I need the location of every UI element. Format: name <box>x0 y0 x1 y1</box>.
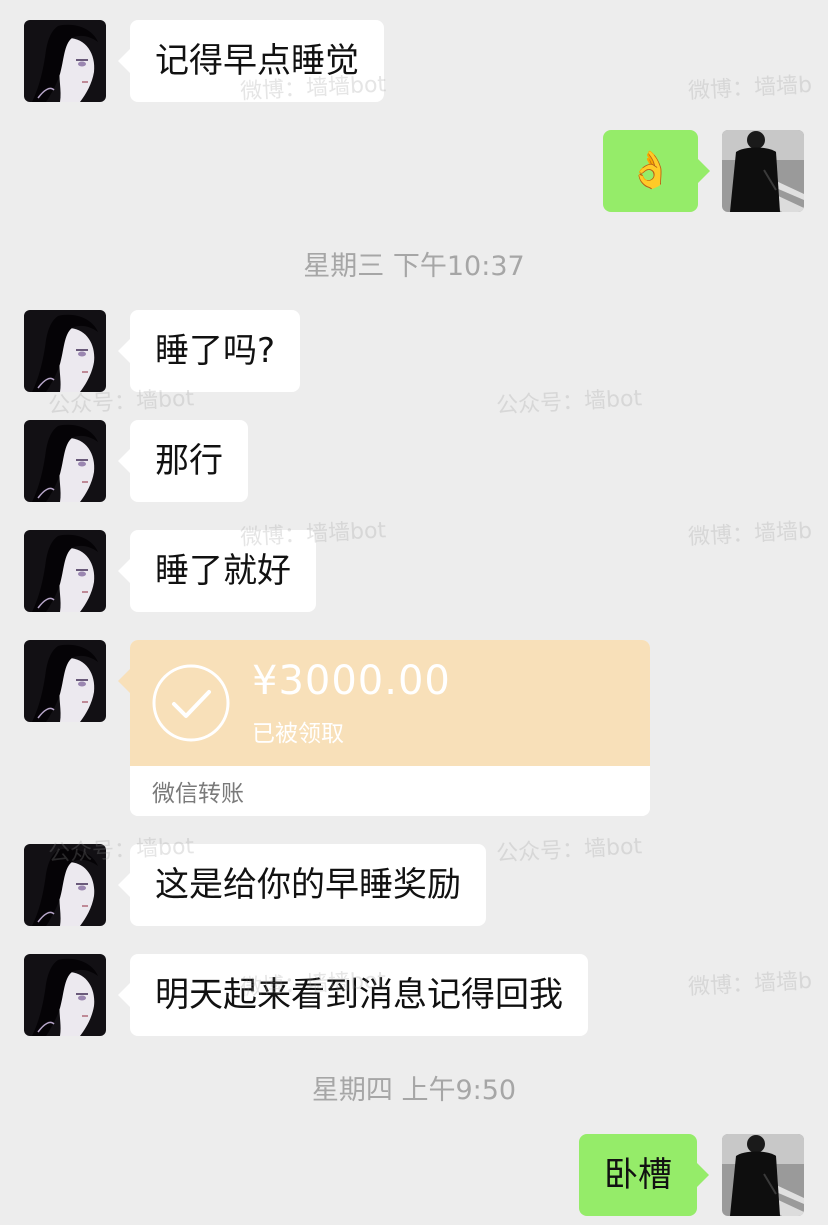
ok-hand-emoji: 👌 <box>628 150 673 191</box>
transfer-label: 微信转账 <box>152 781 244 807</box>
message-text: 睡了就好 <box>155 551 291 591</box>
contact-avatar[interactable] <box>24 310 106 392</box>
message-text: 明天起来看到消息记得回我 <box>155 975 563 1015</box>
watermark: 微博：墙墙b <box>687 968 813 1001</box>
contact-avatar[interactable] <box>24 530 106 612</box>
transfer-card-tail <box>118 669 130 693</box>
message-bubble-incoming[interactable]: 睡了吗? <box>117 310 301 392</box>
message-text: 这是给你的早睡奖励 <box>155 865 461 905</box>
message-text: 睡了吗? <box>155 331 276 371</box>
watermark: 公众号：墙bot <box>495 386 643 419</box>
contact-avatar-image <box>24 420 106 502</box>
message-bubble-incoming[interactable]: 这是给你的早睡奖励 <box>118 844 486 926</box>
watermark: 微博：墙墙b <box>687 518 813 551</box>
contact-avatar-image <box>24 640 106 722</box>
my-avatar-image <box>722 130 804 212</box>
message-bubble-outgoing[interactable]: 卧槽 <box>579 1134 709 1216</box>
message-bubble-incoming[interactable]: 睡了就好 <box>118 530 316 612</box>
message-bubble-incoming[interactable]: 明天起来看到消息记得回我 <box>118 954 588 1036</box>
contact-avatar[interactable] <box>24 844 106 926</box>
transfer-card-header: ¥3000.00 已被领取 <box>130 640 650 766</box>
message-bubble-incoming[interactable]: 记得早点睡觉 <box>118 20 384 102</box>
contact-avatar-image <box>24 530 106 612</box>
watermark: 公众号：墙bot <box>495 834 643 867</box>
contact-avatar-image <box>24 310 106 392</box>
contact-avatar[interactable] <box>24 420 106 502</box>
contact-avatar-image <box>24 20 106 102</box>
my-avatar[interactable] <box>722 1134 804 1216</box>
message-text: 卧槽 <box>604 1155 672 1195</box>
transfer-status: 已被领取 <box>252 721 344 747</box>
message-bubble-outgoing[interactable]: 👌 <box>603 130 710 212</box>
contact-avatar[interactable] <box>24 640 106 722</box>
contact-avatar[interactable] <box>24 954 106 1036</box>
contact-avatar-image <box>24 844 106 926</box>
timestamp: 星期三 下午10:37 <box>303 251 525 282</box>
contact-avatar-image <box>24 954 106 1036</box>
transfer-amount: ¥3000.00 <box>252 658 451 704</box>
contact-avatar[interactable] <box>24 20 106 102</box>
my-avatar[interactable] <box>722 130 804 212</box>
timestamp: 星期四 上午9:50 <box>311 1075 517 1106</box>
check-circle-icon <box>152 664 230 742</box>
wechat-transfer-card[interactable]: ¥3000.00 已被领取 微信转账 <box>130 640 650 816</box>
message-bubble-incoming[interactable]: 那行 <box>118 420 248 502</box>
watermark: 微博：墙墙b <box>687 72 813 105</box>
message-text: 那行 <box>155 441 223 481</box>
my-avatar-image <box>722 1134 804 1216</box>
transfer-card-footer: 微信转账 <box>130 766 650 816</box>
message-text: 记得早点睡觉 <box>155 41 359 81</box>
